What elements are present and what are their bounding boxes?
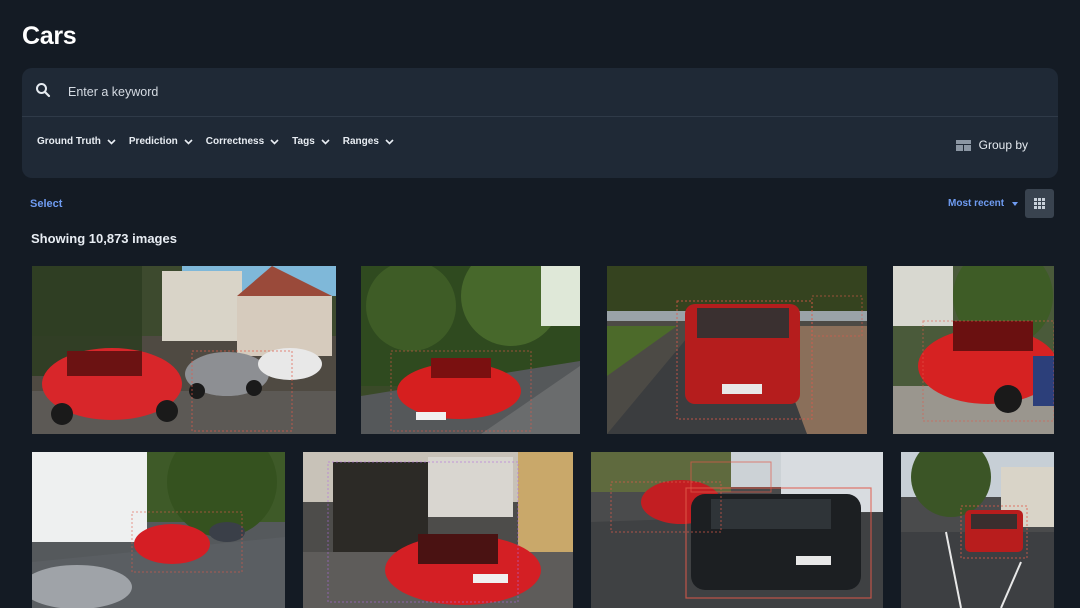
chevron-down-icon [385,138,394,145]
image-thumbnail[interactable] [607,266,867,434]
chevron-down-icon [321,138,330,145]
sort-label: Most recent [948,198,1005,209]
group-by-label: Group by [978,138,1028,152]
image-thumbnail[interactable] [591,452,883,608]
filter-label: Correctness [205,136,265,147]
select-button[interactable]: Select [30,198,62,210]
table-view-icon [955,139,971,151]
grid-view-icon [1034,198,1045,209]
filter-tags[interactable]: Tags [292,136,330,147]
filter-correctness[interactable]: Correctness [206,136,279,147]
image-thumbnail[interactable] [893,266,1054,434]
filter-prediction[interactable]: Prediction [129,136,193,147]
filter-label: Ground Truth [37,136,101,147]
page-title: Cars [22,22,77,50]
filter-ground-truth[interactable]: Ground Truth [37,136,116,147]
filter-label: Prediction [128,136,178,147]
filter-label: Tags [292,136,315,147]
chevron-down-icon [107,138,116,145]
caret-down-icon [1012,201,1019,206]
results-count: Showing 10,873 images [31,231,177,246]
search-bar [22,68,1058,117]
image-thumbnail[interactable] [32,452,285,608]
image-thumbnail[interactable] [32,266,336,434]
chevron-down-icon [270,138,279,145]
filter-ranges[interactable]: Ranges [343,136,394,147]
group-by-button[interactable]: Group by [955,138,1028,152]
filter-bar: Ground Truth Prediction Correctness Tags… [37,136,394,147]
image-thumbnail[interactable] [901,452,1054,608]
search-input[interactable] [66,78,670,106]
sort-dropdown[interactable]: Most recent [948,198,1019,209]
search-icon [36,83,51,98]
grid-view-button[interactable] [1025,189,1054,218]
image-thumbnail[interactable] [361,266,580,434]
filter-label: Ranges [342,136,379,147]
image-thumbnail[interactable] [303,452,573,608]
chevron-down-icon [184,138,193,145]
filter-panel: Ground Truth Prediction Correctness Tags… [22,68,1058,178]
